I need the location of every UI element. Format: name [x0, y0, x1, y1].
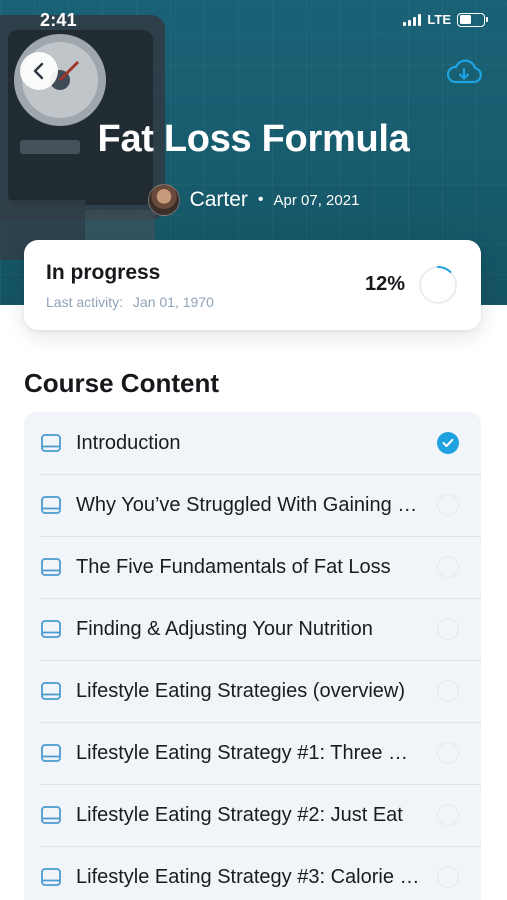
- lesson-title: Finding & Adjusting Your Nutrition: [76, 617, 373, 640]
- empty-circle-icon: [437, 680, 459, 702]
- book-icon: [41, 558, 61, 576]
- book-icon: [41, 496, 61, 514]
- cloud-download-icon: [446, 59, 482, 84]
- lesson-row[interactable]: Lifestyle Eating Strategy #3: Calorie Cy…: [24, 846, 481, 900]
- lesson-row[interactable]: Lifestyle Eating Strategy #2: Just Eat: [24, 784, 481, 846]
- lesson-title: Lifestyle Eating Strategy #3: Calorie Cy…: [76, 865, 420, 888]
- book-icon: [41, 806, 61, 824]
- lesson-status: [437, 866, 459, 888]
- progress-percent: 12%: [364, 273, 405, 295]
- lesson-row[interactable]: Why You’ve Struggled With Gaining Muscle: [24, 474, 481, 536]
- book-icon: [41, 434, 61, 452]
- lesson-title: The Five Fundamentals of Fat Loss: [76, 555, 391, 578]
- lesson-status: [437, 742, 459, 764]
- book-icon: [41, 744, 61, 762]
- empty-circle-icon: [437, 618, 459, 640]
- section-title: Course Content: [24, 368, 219, 398]
- status-time: 2:41: [40, 10, 77, 30]
- empty-circle-icon: [437, 866, 459, 888]
- status-bar: 2:41 LTE: [0, 0, 507, 40]
- lesson-title: Lifestyle Eating Strategy #1: Three Meal…: [76, 741, 420, 764]
- lesson-list: Introduction Why You’ve Struggled With G…: [24, 412, 481, 900]
- lesson-row[interactable]: Finding & Adjusting Your Nutrition: [24, 598, 481, 660]
- lesson-row[interactable]: Lifestyle Eating Strategy #1: Three Meal…: [24, 722, 481, 784]
- lesson-status: [437, 618, 459, 640]
- lesson-status: [437, 804, 459, 826]
- status-indicators: LTE: [403, 12, 488, 27]
- publish-date: Apr 07, 2021: [273, 191, 360, 209]
- course-title: Fat Loss Formula: [97, 118, 410, 160]
- lesson-status: [437, 494, 459, 516]
- signal-icon: [403, 13, 422, 26]
- lesson-title: Lifestyle Eating Strategy #2: Just Eat: [76, 803, 403, 826]
- last-activity: Last activity: Jan 01, 1970: [46, 294, 214, 310]
- lesson-status: [437, 680, 459, 702]
- author-avatar: [147, 184, 180, 216]
- lesson-status: [437, 432, 459, 454]
- book-icon: [41, 620, 61, 638]
- last-activity-date: Jan 01, 1970: [132, 294, 214, 310]
- empty-circle-icon: [437, 742, 459, 764]
- download-button[interactable]: [445, 58, 483, 88]
- lesson-status: [437, 556, 459, 578]
- empty-circle-icon: [437, 494, 459, 516]
- book-icon: [41, 868, 61, 886]
- lesson-title: Why You’ve Struggled With Gaining Muscle: [76, 493, 420, 516]
- check-circle-icon: [437, 432, 459, 454]
- progress-status: In progress: [46, 261, 161, 284]
- empty-circle-icon: [437, 556, 459, 578]
- book-icon: [41, 682, 61, 700]
- author-row: Carter • Apr 07, 2021: [0, 184, 507, 216]
- author-name[interactable]: Carter: [190, 188, 248, 212]
- lesson-row[interactable]: Lifestyle Eating Strategies (overview): [24, 660, 481, 722]
- lesson-title: Lifestyle Eating Strategies (overview): [76, 679, 406, 702]
- empty-circle-icon: [437, 804, 459, 826]
- progress-ring: [419, 266, 457, 304]
- battery-icon: [457, 12, 488, 27]
- progress-card: In progress Last activity: Jan 01, 1970 …: [24, 240, 481, 330]
- lesson-title: Introduction: [76, 431, 181, 454]
- lesson-row[interactable]: Introduction: [24, 412, 481, 474]
- meta-separator: •: [257, 191, 264, 208]
- network-label: LTE: [427, 12, 451, 27]
- lesson-row[interactable]: The Five Fundamentals of Fat Loss: [24, 536, 481, 598]
- last-activity-label: Last activity:: [46, 294, 124, 310]
- chevron-left-icon: [33, 62, 44, 80]
- back-button[interactable]: [20, 52, 58, 90]
